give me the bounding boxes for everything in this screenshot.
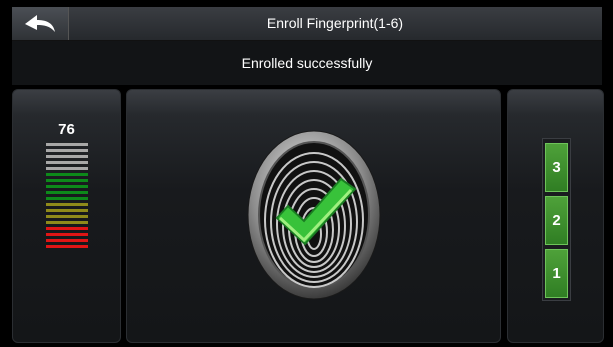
quality-bar	[46, 173, 88, 176]
quality-bar	[46, 221, 88, 224]
status-message: Enrolled successfully	[241, 55, 373, 71]
quality-bar	[46, 149, 88, 152]
title-bar: Enroll Fingerprint(1-6)	[12, 7, 602, 41]
back-button[interactable]	[12, 7, 69, 40]
quality-bar	[46, 203, 88, 206]
quality-bar	[46, 167, 88, 170]
quality-bar	[46, 245, 88, 248]
quality-bar	[46, 179, 88, 182]
quality-bar	[46, 215, 88, 218]
quality-bar	[46, 227, 88, 230]
back-arrow-icon	[25, 14, 55, 32]
enroll-step-3: 3	[545, 143, 568, 192]
quality-bar	[46, 161, 88, 164]
fingerprint-panel	[126, 89, 501, 343]
steps-panel: 321	[507, 89, 604, 343]
enroll-step-1: 1	[545, 249, 568, 298]
fingerprint-icon	[247, 130, 381, 300]
quality-bar	[46, 155, 88, 158]
quality-bar	[46, 233, 88, 236]
quality-bar	[46, 209, 88, 212]
quality-bar	[46, 239, 88, 242]
page-title: Enroll Fingerprint(1-6)	[266, 15, 404, 31]
status-row: Enrolled successfully	[12, 41, 602, 85]
quality-panel: 76	[12, 89, 121, 343]
quality-bar	[46, 185, 88, 188]
quality-bar	[46, 197, 88, 200]
enroll-step-stack: 321	[542, 138, 571, 301]
quality-bar	[46, 143, 88, 146]
quality-meter	[46, 143, 88, 251]
quality-value: 76	[58, 121, 75, 138]
quality-bar	[46, 191, 88, 194]
enroll-step-2: 2	[545, 196, 568, 245]
